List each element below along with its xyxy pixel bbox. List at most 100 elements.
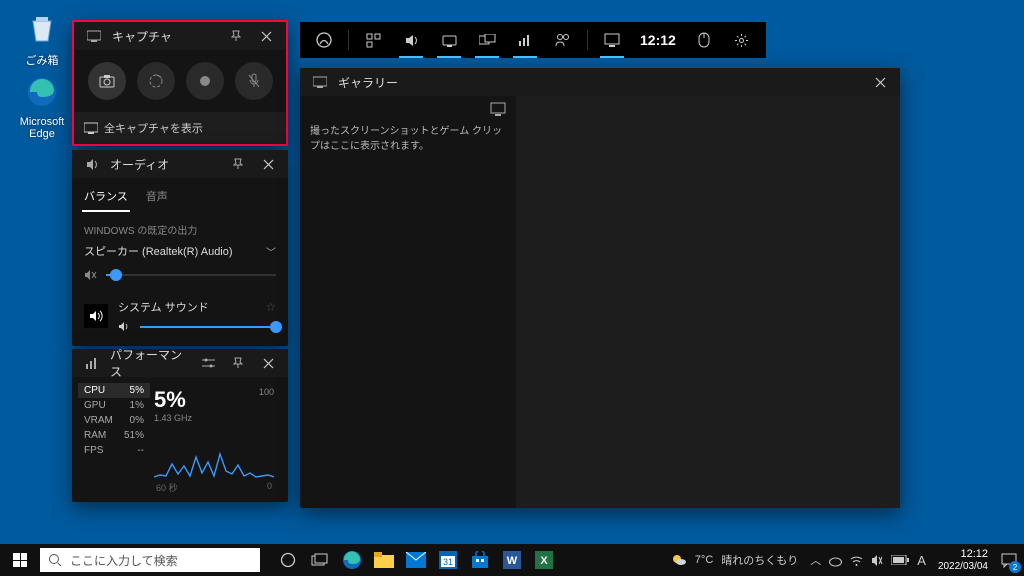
gallery-filter[interactable] (300, 96, 516, 120)
widget-title: キャプチャ (112, 28, 218, 45)
pin-icon[interactable] (226, 152, 250, 176)
social-icon[interactable] (545, 22, 581, 58)
close-icon[interactable] (256, 152, 280, 176)
widget-header[interactable]: ギャラリー (300, 68, 900, 96)
search-placeholder: ここに入力して検索 (70, 552, 178, 569)
widgets-icon[interactable] (355, 22, 391, 58)
performance-icon[interactable] (507, 22, 543, 58)
perf-stat-ram[interactable]: RAM51% (78, 428, 150, 443)
widget-title: オーディオ (110, 156, 220, 173)
speaker-mute-icon[interactable] (84, 269, 98, 281)
taskbar-tray: 7°C 晴れのちくもり ︿ A 12:12 2022/03/04 2 (665, 544, 1024, 576)
perf-ymin: 0 (267, 481, 272, 494)
separator (348, 30, 349, 50)
taskbar-search[interactable]: ここに入力して検索 (40, 548, 260, 572)
perf-stat-gpu[interactable]: GPU1% (78, 398, 150, 413)
device-volume-slider-row (84, 269, 276, 281)
taskbar-app-edge[interactable] (336, 544, 368, 576)
record-last-button[interactable] (137, 62, 175, 100)
tab-voice[interactable]: 音声 (144, 182, 170, 212)
chevron-down-icon: ﹀ (266, 244, 276, 259)
audio-icon[interactable] (393, 22, 429, 58)
widget-header[interactable]: オーディオ (72, 150, 288, 178)
perf-chart: 5% 1.43 GHz 100 60 秒 0 (150, 383, 282, 496)
svg-text:W: W (507, 555, 518, 567)
options-icon[interactable] (196, 351, 220, 375)
action-center-button[interactable]: 2 (994, 544, 1024, 576)
gallery-sidebar: 撮ったスクリーンショットとゲーム クリップはここに表示されます。 (300, 96, 516, 508)
favorite-icon[interactable]: ☆ (265, 300, 276, 314)
perf-stat-cpu[interactable]: CPU5% (78, 383, 150, 398)
gallery-icon[interactable] (594, 22, 630, 58)
pin-icon[interactable] (224, 24, 248, 48)
screenshot-button[interactable] (88, 62, 126, 100)
widget-header[interactable]: キャプチャ (74, 22, 286, 50)
system-sound-row: システム サウンド ☆ (84, 299, 276, 332)
separator (587, 30, 588, 50)
desktop-icon-edge[interactable]: Microsoft Edge (12, 72, 72, 140)
perf-sub-value: 1.43 GHz (154, 413, 192, 423)
start-button[interactable] (0, 544, 40, 576)
svg-text:31: 31 (443, 557, 453, 567)
capture-header-icon (82, 24, 106, 48)
perf-stat-list: CPU5% GPU1% VRAM0% RAM51% FPS-- (78, 383, 150, 496)
capture-icon[interactable] (431, 22, 467, 58)
close-icon[interactable] (254, 24, 278, 48)
onedrive-icon[interactable] (829, 554, 842, 567)
capture-widget: キャプチャ 全キャプチャを表示 (72, 20, 288, 146)
gallery-small-icon (84, 122, 98, 134)
tray-icons[interactable]: ︿ A (804, 552, 932, 568)
clock-date: 2022/03/04 (938, 561, 988, 572)
perf-stat-vram[interactable]: VRAM0% (78, 413, 150, 428)
windows-logo-icon (13, 553, 27, 567)
mic-mute-button[interactable] (235, 62, 273, 100)
perf-stat-fps[interactable]: FPS-- (78, 443, 150, 458)
audio-widget: オーディオ バランス 音声 WINDOWS の既定の出力 スピーカー (Real… (72, 150, 288, 346)
task-view-icon[interactable] (304, 544, 336, 576)
device-volume-slider[interactable] (106, 274, 276, 276)
chevron-up-icon[interactable]: ︿ (810, 552, 821, 568)
mouse-icon[interactable] (686, 22, 722, 58)
taskbar-app-explorer[interactable] (368, 544, 400, 576)
wifi-icon[interactable] (850, 555, 863, 566)
close-icon[interactable] (868, 70, 892, 94)
edge-icon (22, 72, 62, 112)
taskbar-app-excel[interactable]: X (528, 544, 560, 576)
tab-balance[interactable]: バランス (82, 182, 130, 212)
taskbar-app-calendar[interactable]: 31 (432, 544, 464, 576)
settings-icon[interactable] (724, 22, 760, 58)
close-icon[interactable] (256, 351, 280, 375)
gamebar-toolbar: 12:12 (300, 22, 766, 58)
default-output-caption: WINDOWS の既定の出力 (84, 222, 276, 237)
battery-icon[interactable] (891, 555, 909, 565)
output-device-row[interactable]: スピーカー (Realtek(R) Audio) ﹀ (84, 243, 276, 259)
gallery-body: 撮ったスクリーンショットとゲーム クリップはここに表示されます。 (300, 96, 900, 508)
taskbar-app-word[interactable]: W (496, 544, 528, 576)
cortana-icon[interactable] (272, 544, 304, 576)
xbox-icon[interactable] (306, 22, 342, 58)
taskbar-app-mail[interactable] (400, 544, 432, 576)
speaker-icon (84, 304, 108, 328)
widget-header[interactable]: パフォーマンス (72, 349, 288, 377)
taskbar-clock[interactable]: 12:12 2022/03/04 (932, 548, 994, 571)
perf-sparkline (154, 423, 274, 481)
audio-body: WINDOWS の既定の出力 スピーカー (Realtek(R) Audio) … (72, 212, 288, 346)
desktop-icon-recycle-bin[interactable]: ごみ箱 (12, 8, 72, 68)
volume-icon[interactable] (871, 554, 883, 567)
gamebar-time: 12:12 (632, 32, 684, 48)
weather-widget[interactable]: 7°C 晴れのちくもり (665, 552, 804, 568)
widget-title: ギャラリー (338, 74, 862, 91)
pin-icon[interactable] (226, 351, 250, 375)
speaker-small-icon[interactable] (118, 321, 132, 332)
performance-widget: パフォーマンス CPU5% GPU1% VRAM0% RAM51% FPS-- … (72, 349, 288, 502)
record-button[interactable] (186, 62, 224, 100)
perf-ymax: 100 (259, 387, 274, 397)
show-all-captures-button[interactable]: 全キャプチャを表示 (74, 112, 286, 144)
gallery-preview (516, 96, 900, 508)
taskbar-app-store[interactable] (464, 544, 496, 576)
ime-indicator[interactable]: A (917, 553, 926, 568)
system-volume-slider[interactable] (140, 326, 276, 328)
background-icon[interactable] (469, 22, 505, 58)
perf-axis: 60 秒 0 (154, 481, 274, 494)
system-volume-slider-row (118, 321, 276, 332)
